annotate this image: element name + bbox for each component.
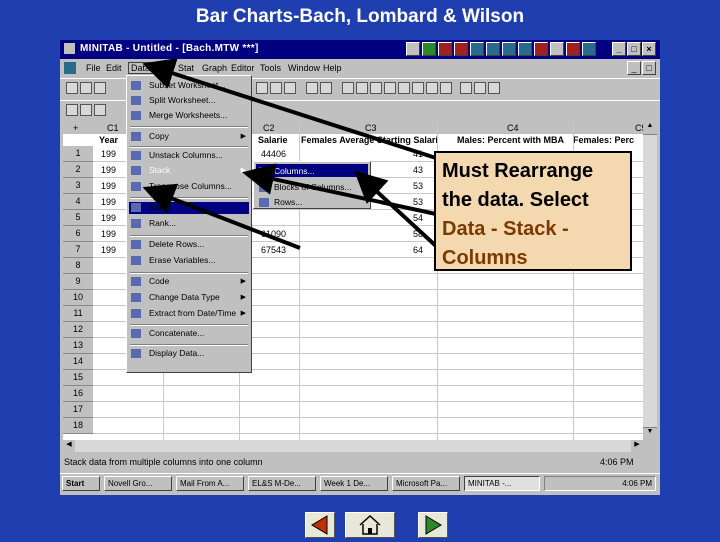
previous-slide-button[interactable] — [305, 512, 335, 538]
callout-line-1: Must Rearrange — [442, 160, 594, 182]
next-arrow-icon — [425, 515, 442, 535]
callout-line-4: Columns — [442, 247, 528, 269]
home-icon — [359, 514, 381, 535]
arrow-to-data-menu — [142, 58, 437, 160]
home-slide-button[interactable] — [345, 512, 395, 538]
previous-arrow-icon — [311, 515, 328, 535]
arrow-secondary — [142, 183, 301, 250]
callout-line-3: Data - Stack - — [442, 218, 569, 240]
instruction-callout: Must Rearrange the data. Select Data - S… — [434, 151, 632, 271]
next-slide-button[interactable] — [418, 512, 448, 538]
arrow-to-stack — [242, 163, 437, 216]
callout-line-2: the data. Select — [442, 189, 589, 211]
